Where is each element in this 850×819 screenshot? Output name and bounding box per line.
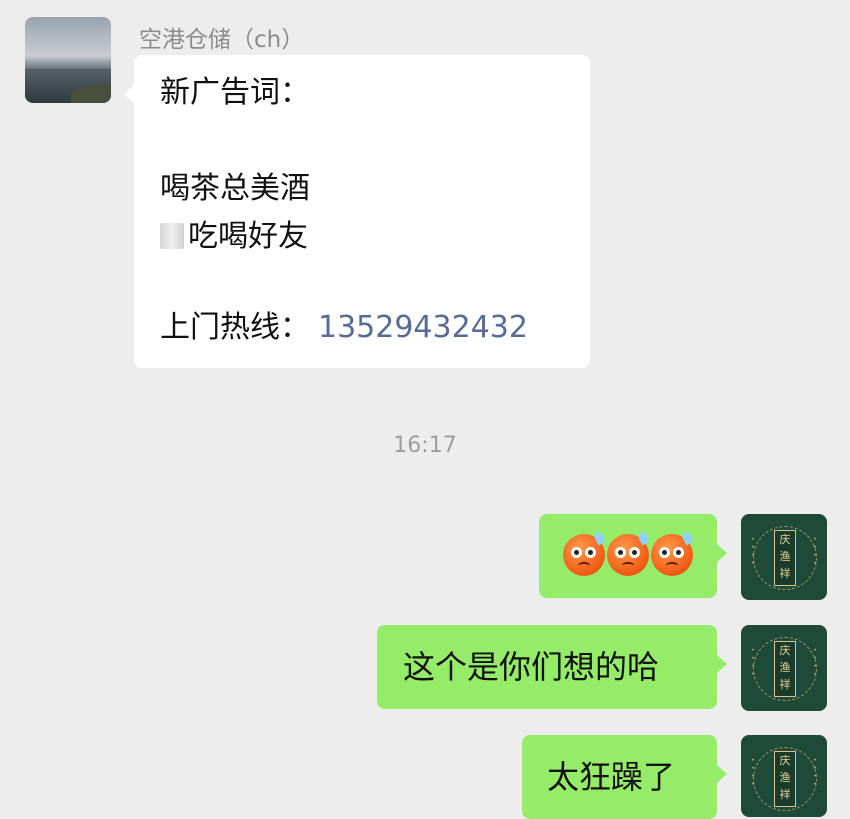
my-avatar[interactable]: • • • • 庆渔祥 • • • •: [741, 735, 827, 817]
avatar-ornament: • • • •: [813, 647, 817, 678]
avatar-seal: 庆渔祥: [774, 530, 796, 586]
message-line: 吃喝好友: [188, 219, 308, 254]
message-text: 这个是你们想的哈: [403, 648, 660, 686]
avatar-ornament: • • • •: [751, 757, 755, 788]
message-line: 喝茶总美酒: [160, 171, 310, 206]
outgoing-message-bubble[interactable]: 太狂躁了: [522, 735, 727, 819]
avatar-ornament: • • • •: [751, 647, 755, 678]
avatar-seal: 庆渔祥: [774, 751, 796, 807]
avatar-shore: [71, 85, 111, 103]
sender-avatar[interactable]: [25, 17, 111, 103]
outgoing-emoji-bubble[interactable]: [539, 514, 727, 598]
avatar-ornament: • • • •: [751, 536, 755, 567]
incoming-message-bubble[interactable]: 新广告词： 喝茶总美酒 吃喝好友 上门热线： 13529432432: [124, 55, 590, 368]
sweat-worried-face-icon: [607, 530, 651, 576]
sweat-worried-face-icon: [563, 530, 607, 576]
sweat-worried-face-icon: [651, 530, 695, 576]
phone-number-link[interactable]: 13529432432: [318, 310, 528, 345]
message-line-with-blurred-char: 吃喝好友: [160, 217, 308, 257]
sender-name: 空港仓储（ch）: [139, 27, 305, 53]
message-timestamp: 16:17: [393, 433, 457, 458]
blurred-character: [160, 223, 184, 249]
message-line: 新广告词：: [160, 75, 310, 110]
message-text: 太狂躁了: [547, 758, 676, 796]
my-avatar[interactable]: • • • • 庆渔祥 • • • •: [741, 625, 827, 711]
avatar-ornament: • • • •: [813, 536, 817, 567]
my-avatar[interactable]: • • • • 庆渔祥 • • • •: [741, 514, 827, 600]
hotline-line: 上门热线： 13529432432: [160, 308, 528, 348]
avatar-ornament: • • • •: [813, 757, 817, 788]
avatar-seal: 庆渔祥: [774, 641, 796, 697]
outgoing-message-bubble[interactable]: 这个是你们想的哈: [377, 625, 727, 709]
hotline-label: 上门热线：: [160, 310, 310, 345]
